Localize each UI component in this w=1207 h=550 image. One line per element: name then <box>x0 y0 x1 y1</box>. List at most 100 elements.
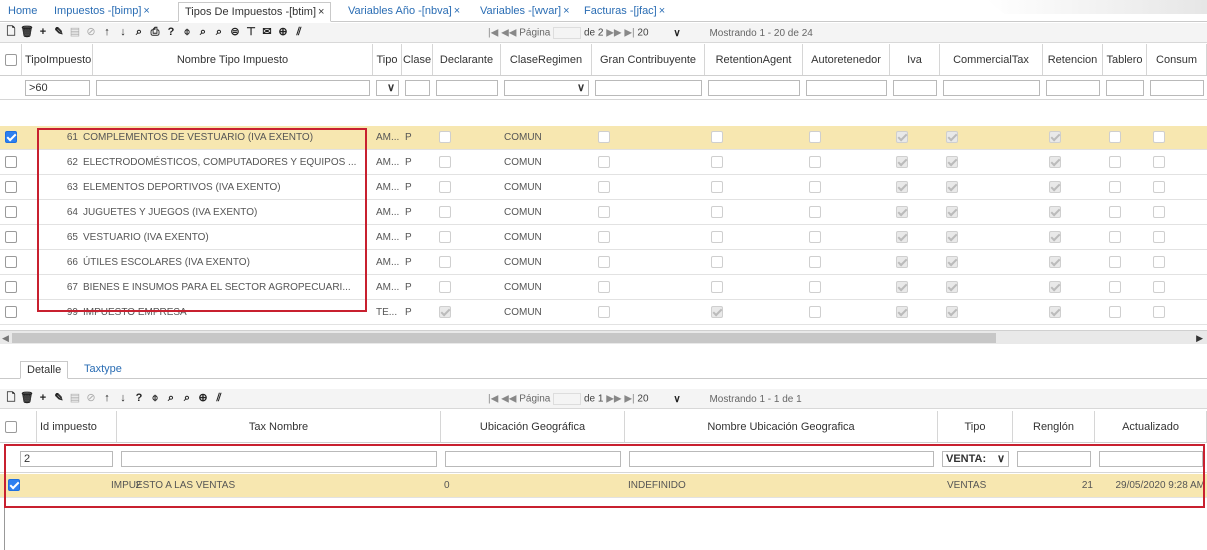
tab-impuestos[interactable]: Impuestos -[bimp] × <box>54 2 150 22</box>
id-impuesto-filter-input[interactable]: 2 <box>20 451 113 467</box>
pin-icon[interactable]: ⊤ <box>244 25 258 40</box>
print-icon[interactable]: ⎙ <box>148 25 162 40</box>
pencil-icon[interactable]: ✎ <box>52 25 66 40</box>
close-icon[interactable]: × <box>318 6 324 18</box>
tipo-impuesto-filter-input[interactable]: >60 <box>25 80 90 96</box>
scroll-right-icon[interactable]: ▶ <box>1196 331 1203 345</box>
row-select-checkbox[interactable] <box>5 256 17 268</box>
arrow-up-icon[interactable]: ↑ <box>100 391 114 406</box>
tab-facturas[interactable]: Facturas -[jfac] × <box>584 2 665 22</box>
pencil-icon[interactable]: ✎ <box>52 391 66 406</box>
column-filter-input[interactable] <box>708 80 800 96</box>
table-row[interactable]: 62 ELECTRODOMÉSTICOS, COMPUTADORES Y EQUI… <box>0 151 1207 175</box>
column-filter-input[interactable] <box>806 80 887 96</box>
tab-detalle[interactable]: Detalle <box>20 361 69 379</box>
close-icon[interactable]: × <box>143 5 149 17</box>
row-select-checkbox[interactable] <box>5 206 17 218</box>
row-select-checkbox[interactable] <box>5 181 17 193</box>
help-icon[interactable]: ? <box>132 391 146 406</box>
filter-icon[interactable]: ⌽ <box>148 391 162 406</box>
select-all-checkbox[interactable] <box>0 44 22 75</box>
column-filter-input[interactable] <box>943 80 1040 96</box>
table-row[interactable]: 66 ÚTILES ESCOLARES (IVA EXENTO) AM... P COM… <box>0 251 1207 275</box>
column-filter-input[interactable] <box>96 80 370 96</box>
select-all-checkbox[interactable] <box>0 411 37 442</box>
close-icon[interactable]: × <box>563 5 569 17</box>
table-row[interactable]: 65 VESTUARIO (IVA EXENTO) AM... P COMUN <box>0 226 1207 250</box>
checkbox[interactable] <box>4 53 17 66</box>
plus-icon[interactable]: + <box>36 391 50 406</box>
column-filter-input[interactable] <box>436 80 498 96</box>
close-icon[interactable]: × <box>454 5 460 17</box>
column-filter-input[interactable] <box>1017 451 1091 467</box>
search-alt-icon[interactable]: ⌕ <box>196 25 210 40</box>
row-select-checkbox[interactable] <box>5 306 17 318</box>
export-icon[interactable]: ⊜ <box>228 25 242 40</box>
page-input[interactable] <box>553 393 582 405</box>
tab-variables[interactable]: Variables -[wvar] × <box>480 2 570 22</box>
trash-icon[interactable]: 🗑 <box>20 25 34 40</box>
save-icon[interactable]: ▤ <box>68 391 82 406</box>
trash-icon[interactable]: 🗑 <box>20 391 34 406</box>
plus-icon[interactable]: + <box>36 25 50 40</box>
table-row[interactable]: 99 IMPUESTO EMPRESA TE... P COMUN <box>0 301 1207 325</box>
chevron-down-icon[interactable]: ∨ <box>673 28 680 39</box>
help-icon[interactable]: ? <box>164 25 178 40</box>
tab-home[interactable]: Home <box>8 2 37 22</box>
column-filter-input[interactable] <box>595 80 702 96</box>
scrollbar-thumb[interactable] <box>12 333 996 343</box>
table-row[interactable]: 67 BIENES E INSUMOS PARA EL SECTOR AGROPE… <box>0 276 1207 300</box>
column-filter-input[interactable] <box>121 451 437 467</box>
page-size[interactable]: 20 <box>637 28 648 39</box>
cancel-icon[interactable]: ⊘ <box>84 25 98 40</box>
search-next-icon[interactable]: ⌕ <box>180 391 194 406</box>
column-filter-input[interactable] <box>405 80 430 96</box>
arrow-down-icon[interactable]: ↓ <box>116 25 130 40</box>
column-filter-input[interactable] <box>504 80 589 96</box>
page-size[interactable]: 20 <box>637 394 648 405</box>
row-select-checkbox[interactable] <box>8 479 20 491</box>
tipo-filter-select[interactable]: VENTA: <box>942 451 1009 467</box>
column-filter-input[interactable] <box>1106 80 1144 96</box>
table-row[interactable]: 64 JUGUETES Y JUEGOS (IVA EXENTO) AM... P CO… <box>0 201 1207 225</box>
column-filter-input[interactable] <box>893 80 937 96</box>
search-alt-icon[interactable]: ⌕ <box>164 391 178 406</box>
search-next-icon[interactable]: ⌕ <box>212 25 226 40</box>
tab-variables-ano[interactable]: Variables Año -[nbva] × <box>348 2 460 22</box>
column-filter-input[interactable] <box>1150 80 1204 96</box>
row-select-checkbox[interactable] <box>5 156 17 168</box>
circle-plus-icon[interactable]: ⊕ <box>276 25 290 40</box>
arrow-up-icon[interactable]: ↑ <box>100 25 114 40</box>
filter-icon[interactable]: ⌽ <box>180 25 194 40</box>
save-icon[interactable]: ▤ <box>68 25 82 40</box>
column-filter-input[interactable] <box>1099 451 1203 467</box>
scroll-left-icon[interactable]: ◀ <box>2 331 9 345</box>
cancel-icon[interactable]: ⊘ <box>84 391 98 406</box>
column-filter-input[interactable] <box>1046 80 1100 96</box>
arrow-down-icon[interactable]: ↓ <box>116 391 130 406</box>
column-filter-input[interactable] <box>629 451 934 467</box>
row-select-checkbox[interactable] <box>5 131 17 143</box>
slash-icon[interactable]: ⫽ <box>292 25 306 40</box>
circle-plus-icon[interactable]: ⊕ <box>196 391 210 406</box>
tab-tipos-de-impuestos[interactable]: Tipos De Impuestos -[btim] × <box>178 2 332 22</box>
close-icon[interactable]: × <box>659 5 665 17</box>
table-row[interactable]: 2 IMPUESTO A LAS VENTAS 0 INDEFINIDO VENTAS 2… <box>0 474 1207 498</box>
new-doc-icon[interactable]: 🗋 <box>4 25 18 40</box>
first-prev-page-icon[interactable]: |◀ ◀◀ <box>488 28 516 39</box>
row-select-checkbox[interactable] <box>5 231 17 243</box>
mail-icon[interactable]: ✉ <box>260 25 274 40</box>
column-filter-input[interactable] <box>376 80 399 96</box>
table-row[interactable]: 63 ELEMENTOS DEPORTIVOS (IVA EXENTO) AM...… <box>0 176 1207 200</box>
chevron-down-icon[interactable]: ∨ <box>673 394 680 405</box>
next-last-page-icon[interactable]: ▶▶ ▶| <box>606 28 634 39</box>
horizontal-scrollbar[interactable]: ◀ ▶ <box>0 330 1207 344</box>
slash-icon[interactable]: ⫽ <box>212 391 226 406</box>
first-prev-page-icon[interactable]: |◀ ◀◀ <box>488 394 516 405</box>
tab-taxtype[interactable]: Taxtype <box>84 361 122 379</box>
column-filter-input[interactable] <box>445 451 621 467</box>
next-last-page-icon[interactable]: ▶▶ ▶| <box>606 394 634 405</box>
page-input[interactable] <box>553 27 582 39</box>
new-doc-icon[interactable]: 🗋 <box>4 391 18 406</box>
table-row[interactable]: 61 COMPLEMENTOS DE VESTUARIO (IVA EXENTO)… <box>0 126 1207 150</box>
